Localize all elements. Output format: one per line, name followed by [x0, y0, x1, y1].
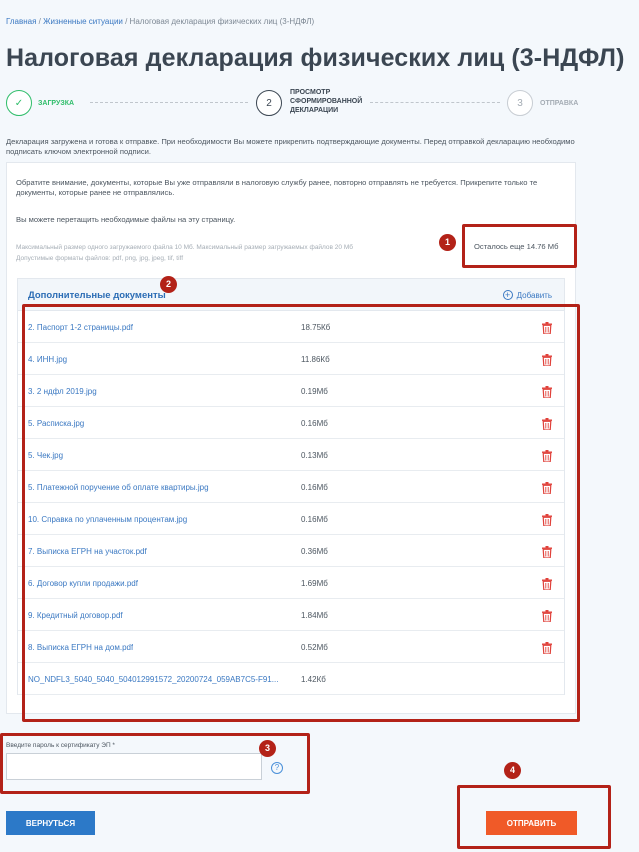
file-name-link[interactable]: 5. Чек.jpg [28, 451, 63, 460]
plus-circle-icon: + [502, 290, 513, 300]
trash-icon[interactable] [542, 641, 552, 655]
certificate-password-input[interactable] [6, 753, 262, 780]
file-name-link[interactable]: 5. Расписка.jpg [28, 419, 84, 428]
breadcrumb-current: Налоговая декларация физических лиц (3-Н… [129, 17, 315, 26]
step-3-label: Отправка [540, 100, 579, 107]
trash-icon[interactable] [542, 353, 552, 367]
add-document-button[interactable]: + Добавить [502, 290, 552, 300]
documents-header: Дополнительные документы + Добавить [18, 279, 564, 311]
intro-text: Декларация загружена и готова к отправке… [6, 137, 575, 156]
trash-icon[interactable] [542, 321, 552, 335]
file-row: 9. Кредитный договор.pdf 1.84Мб [18, 599, 564, 631]
annotation-marker-3: 3 [259, 740, 276, 757]
file-size: 0.16Мб [301, 483, 328, 492]
file-name-link[interactable]: 3. 2 ндфл 2019.jpg [28, 387, 97, 396]
step-1-check-icon: ✓ [6, 90, 32, 116]
drag-hint: Вы можете перетащить необходимые файлы н… [16, 215, 236, 224]
formats-text: Допустимые форматы файлов: pdf, png, jpg… [16, 255, 184, 262]
step-3-number: 3 [507, 90, 533, 116]
file-row: 5. Чек.jpg 0.13Мб [18, 439, 564, 471]
trash-icon[interactable] [542, 545, 552, 559]
add-document-label: Добавить [516, 290, 552, 300]
trash-icon[interactable] [542, 481, 552, 495]
file-row: NO_NDFL3_5040_5040_504012991572_20200724… [18, 663, 564, 695]
trash-icon[interactable] [542, 449, 552, 463]
help-icon[interactable]: ? [271, 762, 283, 774]
trash-icon[interactable] [542, 513, 552, 527]
file-row: 4. ИНН.jpg 11.86Кб [18, 343, 564, 375]
step-2-label: Просмотр сформированной декларации [290, 89, 363, 114]
trash-icon[interactable] [542, 417, 552, 431]
trash-icon[interactable] [542, 577, 552, 591]
file-size: 1.42Кб [301, 675, 326, 684]
file-name-link[interactable]: 5. Платежной поручение об оплате квартир… [28, 483, 209, 492]
info-text: Обратите внимание, документы, которые Вы… [16, 178, 538, 197]
trash-icon[interactable] [542, 609, 552, 623]
file-name-link[interactable]: 6. Договор купли продажи.pdf [28, 579, 138, 588]
file-row: 10. Справка по уплаченным процентам.jpg 0… [18, 503, 564, 535]
file-size: 0.52Мб [301, 643, 328, 652]
step-divider [90, 102, 248, 103]
file-name-link[interactable]: 9. Кредитный договор.pdf [28, 611, 123, 620]
file-size: 0.36Мб [301, 547, 328, 556]
file-row: 7. Выписка ЕГРН на участок.pdf 0.36Мб [18, 535, 564, 567]
file-size: 0.16Мб [301, 515, 328, 524]
file-row: 2. Паспорт 1-2 страницы.pdf 18.75Кб [18, 311, 564, 343]
trash-icon[interactable] [542, 385, 552, 399]
file-name-link[interactable]: 4. ИНН.jpg [28, 355, 67, 364]
file-size: 0.19Мб [301, 387, 328, 396]
remaining-space: Осталось еще 14.76 Мб [474, 242, 559, 251]
step-1-label: Загрузка [38, 100, 75, 107]
file-size: 1.69Мб [301, 579, 328, 588]
file-size: 0.16Мб [301, 419, 328, 428]
file-size: 11.86Кб [301, 355, 330, 364]
send-button[interactable]: Отправить [486, 811, 577, 835]
annotation-marker-1: 1 [439, 234, 456, 251]
file-limits: Максимальный размер одного загружаемого … [16, 242, 353, 264]
additional-documents: Дополнительные документы + Добавить 2. П… [17, 278, 565, 695]
stepper: ✓ Загрузка 2 Просмотр сформированной дек… [6, 88, 606, 118]
file-size: 1.84Мб [301, 611, 328, 620]
file-row: 5. Расписка.jpg 0.16Мб [18, 407, 564, 439]
breadcrumb-home-link[interactable]: Главная [6, 17, 36, 26]
file-name-link[interactable]: 10. Справка по уплаченным процентам.jpg [28, 515, 187, 524]
breadcrumb-life-situations-link[interactable]: Жизненные ситуации [43, 17, 123, 26]
step-divider [370, 102, 500, 103]
file-row: 6. Договор купли продажи.pdf 1.69Мб [18, 567, 564, 599]
file-name-link[interactable]: NO_NDFL3_5040_5040_504012991572_20200724… [28, 675, 278, 684]
step-2-number: 2 [256, 90, 282, 116]
breadcrumb: Главная / Жизненные ситуации / Налоговая… [6, 17, 314, 26]
file-name-link[interactable]: 2. Паспорт 1-2 страницы.pdf [28, 323, 133, 332]
size-limits-text: Максимальный размер одного загружаемого … [16, 244, 353, 251]
password-label: Введите пароль к сертификату ЭП * [6, 742, 115, 749]
file-name-link[interactable]: 7. Выписка ЕГРН на участок.pdf [28, 547, 147, 556]
annotation-marker-2: 2 [160, 276, 177, 293]
file-name-link[interactable]: 8. Выписка ЕГРН на дом.pdf [28, 643, 133, 652]
back-button[interactable]: Вернуться [6, 811, 95, 835]
file-row: 3. 2 ндфл 2019.jpg 0.19Мб [18, 375, 564, 407]
page-title: Налоговая декларация физических лиц (3-Н… [6, 44, 625, 72]
documents-title: Дополнительные документы [28, 290, 166, 301]
breadcrumb-separator: / [122, 17, 130, 26]
file-row: 5. Платежной поручение об оплате квартир… [18, 471, 564, 503]
file-size: 18.75Кб [301, 323, 331, 332]
file-row: 8. Выписка ЕГРН на дом.pdf 0.52Мб [18, 631, 564, 663]
file-size: 0.13Мб [301, 451, 328, 460]
annotation-marker-4: 4 [504, 762, 521, 779]
